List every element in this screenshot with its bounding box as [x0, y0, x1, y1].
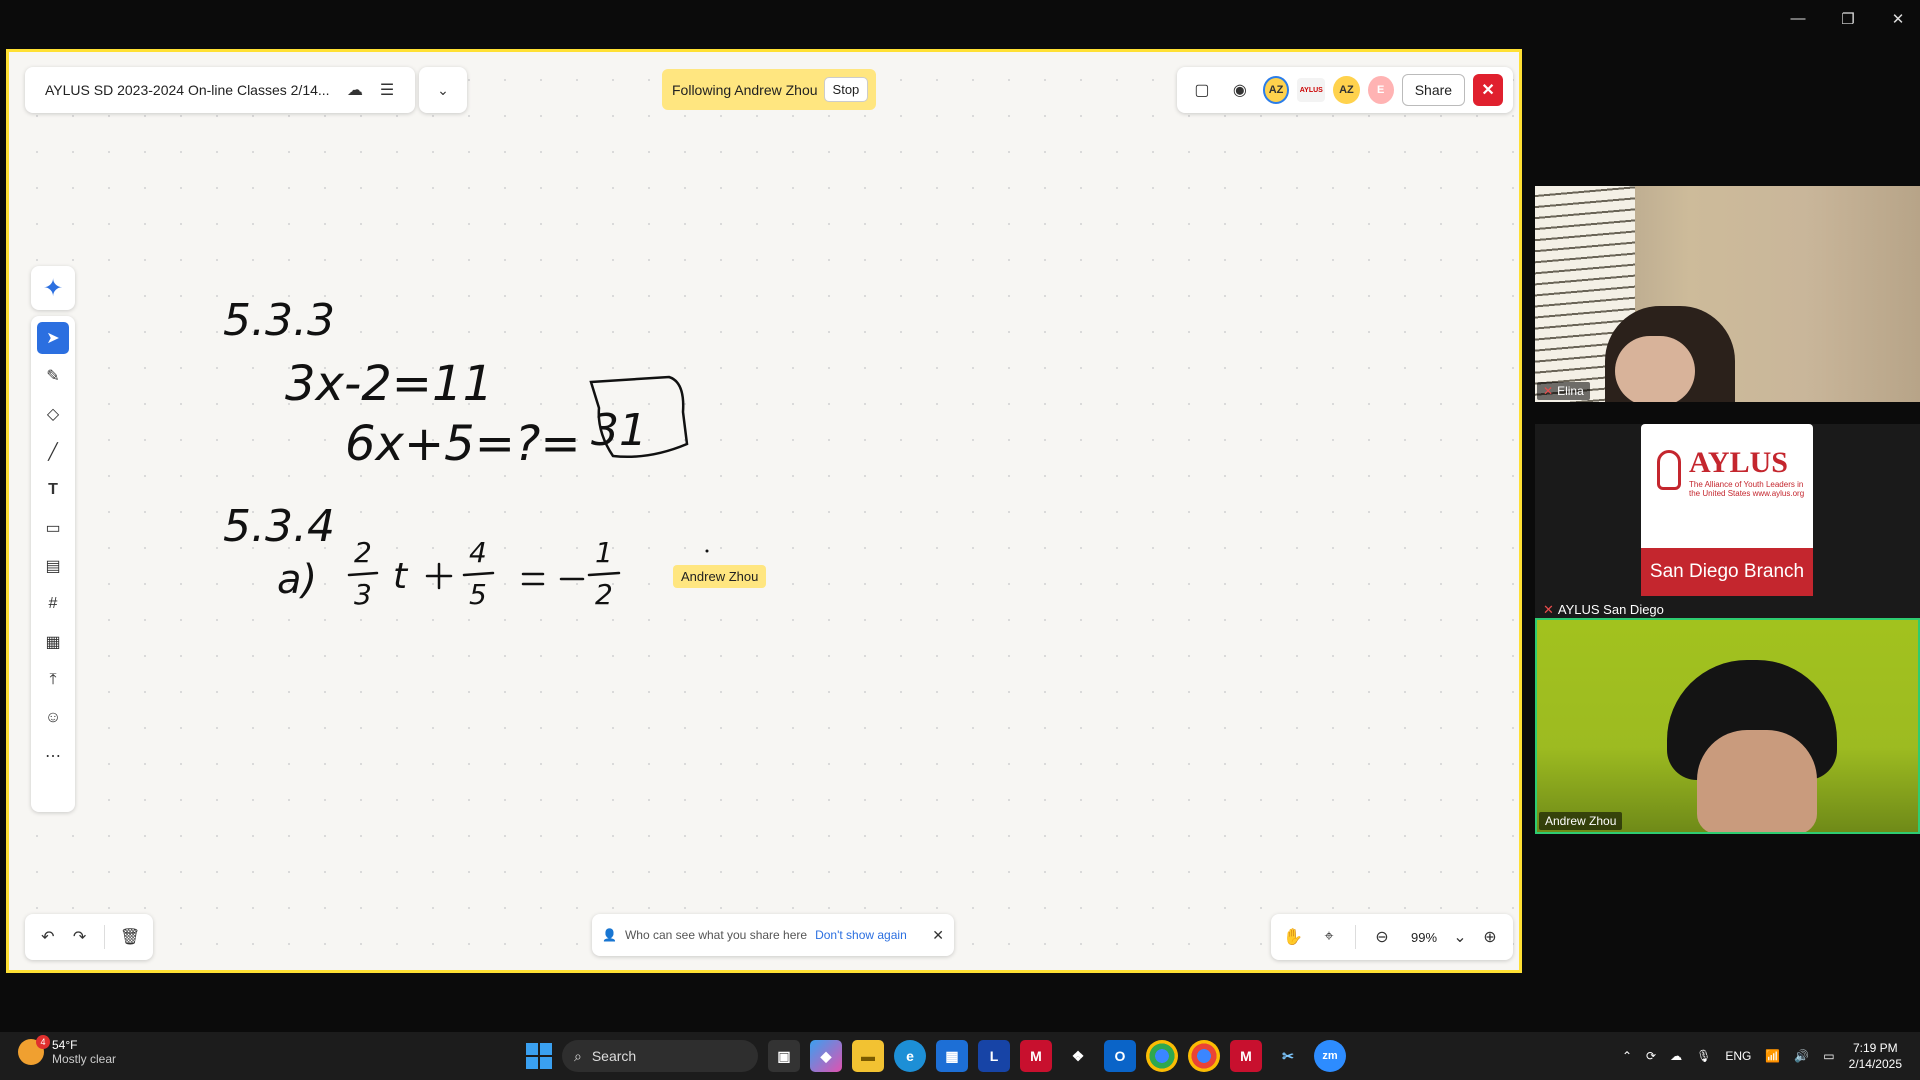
copilot-icon[interactable]: ◆ [810, 1040, 842, 1072]
divider [104, 925, 106, 949]
undo-icon[interactable]: ↶ [35, 921, 61, 953]
fraction-3-numerator: 1 [595, 536, 613, 569]
video-tile-elina[interactable]: ✕ Elina [1535, 186, 1920, 402]
participant-name-chip: ✕ Elina [1537, 382, 1590, 400]
window-controls: — ❐ ✕ [1788, 10, 1908, 28]
app-l-icon[interactable]: L [978, 1040, 1010, 1072]
logo-tagline: The Alliance of Youth Leaders in the Uni… [1689, 480, 1805, 498]
file-explorer-icon[interactable]: ▬ [852, 1040, 884, 1072]
language-indicator[interactable]: ENG [1725, 1049, 1751, 1063]
equation-line-2: 6x+5=?= [345, 416, 581, 472]
heading-5-3-3: 5.3.3 [223, 295, 335, 346]
people-icon: 👤 [602, 928, 617, 942]
participant-name-chip: ✕ AYLUS San Diego [1537, 600, 1670, 618]
dropbox-icon[interactable]: ❖ [1062, 1040, 1094, 1072]
onedrive-cloud-icon[interactable]: ☁ [1670, 1049, 1682, 1063]
weather-sun-icon: 4 [18, 1035, 50, 1065]
video-tile-aylus-san-diego[interactable]: AYLUS The Alliance of Youth Leaders in t… [1535, 424, 1920, 618]
search-icon: ⌕ [574, 1047, 582, 1064]
weather-widget[interactable]: 4 54°F Mostly clear [18, 1035, 117, 1066]
torch-bulb-icon [1657, 450, 1681, 490]
notification-badge: 4 [36, 1035, 50, 1049]
fraction-2-numerator: 4 [469, 536, 487, 569]
outlook-icon[interactable]: O [1104, 1040, 1136, 1072]
weather-condition: Mostly clear [52, 1052, 117, 1066]
chevron-down-icon[interactable]: ⌄ [1450, 921, 1470, 953]
collaborator-cursor-label: Andrew Zhou [673, 565, 767, 588]
participant-name: Andrew Zhou [1545, 814, 1617, 828]
share-visibility-notice: 👤 Who can see what you share here Don't … [592, 914, 954, 956]
zoom-out-icon[interactable]: ⊖ [1366, 921, 1398, 953]
time: 7:19 PM [1852, 1041, 1898, 1055]
chrome-profile-a-icon[interactable] [1188, 1040, 1220, 1072]
date: 2/14/2025 [1848, 1057, 1902, 1071]
minimize-icon[interactable]: — [1788, 10, 1808, 28]
screen: — ❐ ✕ AYLUS SD 2023-2024 On-line Classes… [0, 0, 1920, 1080]
edge-browser-icon[interactable]: e [894, 1040, 926, 1072]
zoom-in-icon[interactable]: ⊕ [1474, 921, 1506, 953]
participant-face [1615, 336, 1695, 402]
close-window-icon[interactable]: ✕ [1888, 10, 1908, 28]
participant-name: AYLUS San Diego [1557, 602, 1664, 617]
fraction-bar-2 [462, 571, 495, 577]
logo-brand: AYLUS [1689, 446, 1788, 479]
equation-line-1: 3x-2=11 [285, 356, 493, 412]
divider [1355, 925, 1356, 949]
system-tray: ⌃ ⟳ ☁ 🎙 ENG 📶 🔊 ▭ 7:19 PM 2/14/2025 [1622, 1032, 1920, 1080]
clock[interactable]: 7:19 PM 2/14/2025 [1849, 1040, 1902, 1072]
video-tile-andrew-zhou[interactable]: Andrew Zhou [1535, 618, 1920, 834]
dismiss-notice-icon[interactable]: ✕ [932, 927, 944, 944]
history-controls: ↶ ↷ 🗑 [25, 914, 153, 960]
microsoft-store-icon[interactable]: ▦ [936, 1040, 968, 1072]
mcafee-icon[interactable]: M [1020, 1040, 1052, 1072]
microphone-icon[interactable]: 🎙 [1696, 1049, 1711, 1063]
zoom-app-icon[interactable]: zm [1314, 1040, 1346, 1072]
handwriting-layer: 5.3.3 3x-2=11 6x+5=?= 31 5.3.4 a) 2 3 t … [223, 295, 709, 611]
variable-t: t [393, 556, 409, 597]
fraction-3-denominator: 2 [595, 578, 613, 611]
redo-icon[interactable]: ↷ [67, 921, 93, 953]
participant-face [1697, 730, 1817, 832]
mcafee-shield-icon[interactable]: M [1230, 1040, 1262, 1072]
wifi-icon[interactable]: 📶 [1765, 1049, 1780, 1063]
logo-branch: San Diego Branch [1641, 548, 1813, 596]
muted-mic-icon: ✕ [1543, 602, 1554, 617]
chevron-up-icon[interactable]: ⌃ [1622, 1049, 1632, 1063]
notice-text: Who can see what you share here [624, 928, 808, 942]
windows-start-icon[interactable] [526, 1043, 552, 1069]
task-view-icon[interactable]: ▣ [768, 1040, 800, 1072]
snipping-tool-icon[interactable]: ✂ [1272, 1040, 1304, 1072]
participant-name-chip: Andrew Zhou [1539, 812, 1623, 830]
restore-icon[interactable]: ❐ [1838, 10, 1858, 28]
battery-icon[interactable]: ▭ [1823, 1049, 1834, 1063]
hand-pan-icon[interactable]: ✋ [1277, 921, 1309, 953]
sync-icon[interactable]: ⟳ [1646, 1049, 1656, 1063]
fraction-bar-3 [587, 571, 621, 577]
fraction-1-numerator: 2 [354, 536, 372, 569]
windows-taskbar: 4 54°F Mostly clear ⌕ Search ▣ ◆ ▬ e ▦ L… [0, 1032, 1920, 1080]
heading-5-3-4: 5.3.4 [223, 501, 335, 552]
temperature: 54°F [52, 1038, 78, 1052]
muted-mic-icon: ✕ [1543, 384, 1554, 398]
taskbar-apps: ⌕ Search ▣ ◆ ▬ e ▦ L M ❖ O M ✂ zm [526, 1040, 1346, 1072]
zoom-level[interactable]: 99% [1402, 930, 1446, 945]
volume-icon[interactable]: 🔊 [1794, 1049, 1809, 1063]
zoom-controls: ✋ ⌖ ⊖ 99% ⌄ ⊕ [1271, 914, 1513, 960]
participant-name: Elina [1557, 384, 1584, 398]
taskbar-search[interactable]: ⌕ Search [562, 1040, 758, 1072]
chrome-profile-m-icon[interactable] [1146, 1040, 1178, 1072]
whiteboard-canvas[interactable]: AYLUS SD 2023-2024 On-line Classes 2/14.… [6, 49, 1522, 973]
aylus-logo: AYLUS The Alliance of Youth Leaders in t… [1641, 424, 1813, 596]
search-label: Search [591, 1048, 637, 1064]
part-a-label: a) [277, 557, 317, 603]
trash-icon[interactable]: 🗑 [117, 921, 143, 953]
fraction-2-denominator: 5 [469, 578, 487, 611]
fraction-bar-1 [347, 571, 379, 577]
dont-show-again-link[interactable]: Don't show again [815, 928, 907, 942]
locate-icon[interactable]: ⌖ [1313, 921, 1345, 953]
fraction-1-denominator: 3 [354, 578, 372, 611]
cursor-dot [705, 549, 709, 553]
